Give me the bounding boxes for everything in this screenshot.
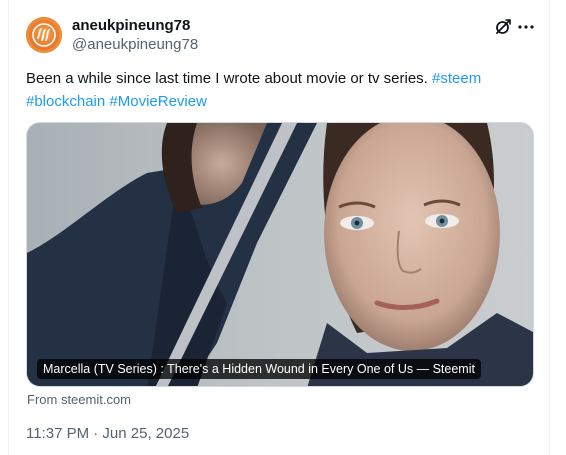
tweet-timestamp[interactable]: 11:37 PM · Jun 25, 2025 (26, 425, 189, 443)
link-source[interactable]: From steemit.com (27, 392, 131, 408)
more-options-icon[interactable] (517, 18, 535, 36)
steem-logo-icon (32, 23, 56, 47)
author-handle[interactable]: @aneukpineung78 (72, 36, 198, 54)
hashtag-link[interactable]: #blockchain (26, 93, 105, 110)
link-card-caption[interactable]: Marcella (TV Series) : There's a Hidden … (37, 359, 481, 379)
author-display-name[interactable]: aneukpineung78 (72, 17, 190, 35)
hashtag-link[interactable]: #MovieReview (109, 93, 207, 110)
preview-image (27, 123, 533, 386)
link-card-image[interactable]: Marcella (TV Series) : There's a Hidden … (26, 122, 534, 387)
author-avatar[interactable] (26, 17, 62, 53)
grok-icon[interactable] (494, 18, 512, 36)
tweet-text: Been a while since last time I wrote abo… (26, 67, 536, 113)
tweet-body-text: Been a while since last time I wrote abo… (26, 70, 428, 87)
hashtag-link[interactable]: #steem (432, 70, 481, 87)
